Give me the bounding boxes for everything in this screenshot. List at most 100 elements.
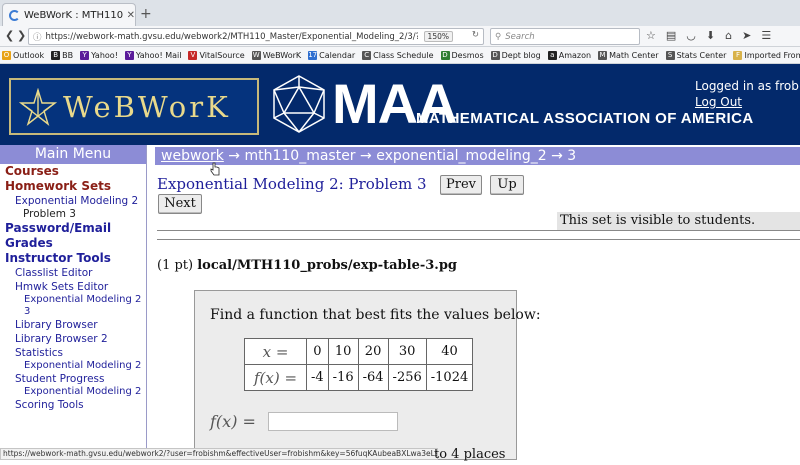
logout-link[interactable]: Log Out (695, 94, 800, 110)
fx-value: -1024 (425, 364, 474, 391)
bookmark-label: WeBWorK (262, 50, 302, 60)
menu-statistics[interactable]: Statistics (0, 346, 146, 360)
hand-cursor-icon (210, 162, 220, 176)
fx-header: f(x) = (244, 364, 307, 391)
menu-hmwk-sets-editor[interactable]: Hmwk Sets Editor (0, 280, 146, 294)
bookmark-star-icon[interactable]: ☆ (646, 29, 656, 42)
fx-value: -16 (327, 364, 359, 391)
bookmark-icon: Y (124, 50, 134, 60)
browser-window: WeBWorK : MTH110_Master ✕ + ❮ ❯ ⓘ https:… (0, 0, 800, 465)
new-tab-icon[interactable]: + (140, 6, 152, 22)
logged-in-text: Logged in as frobis (695, 79, 800, 93)
browser-tab[interactable]: WeBWorK : MTH110_Master ✕ (2, 3, 136, 26)
download-icon[interactable]: ⬇ (706, 29, 715, 42)
menu-progress-set[interactable]: Exponential Modeling 2 (0, 386, 146, 398)
status-bar-url: https://webwork-math.gvsu.edu/webwork2/?… (0, 448, 438, 460)
reload-icon[interactable]: ↻ (472, 30, 479, 40)
answer-label: f(x) = (210, 412, 256, 431)
menu-library-browser[interactable]: Library Browser (0, 318, 146, 332)
send-icon[interactable]: ➤ (742, 29, 751, 42)
prev-button[interactable]: Prev (440, 175, 482, 195)
bookmark-icon: W (251, 50, 261, 60)
bookmark-item[interactable]: FImported From IE (733, 50, 800, 60)
menu-student-progress[interactable]: Student Progress (0, 372, 146, 386)
bookmark-label: Math Center (609, 50, 659, 60)
bookmark-label: VitalSource (199, 50, 245, 60)
menu-scoring-tools[interactable]: Scoring Tools (0, 398, 146, 412)
bookmarks-bar: O Outlook B BB Y Yahoo! Y Yahoo! Mail V VitalSour… (0, 47, 800, 64)
pocket-icon[interactable]: ◡ (686, 29, 696, 42)
reading-list-icon[interactable]: ▤ (666, 29, 676, 42)
bookmark-icon: Y (80, 50, 90, 60)
maa-full-name: MATHEMATICAL ASSOCIATION OF AMERICA (416, 110, 754, 127)
points-label: (1 pt) (157, 258, 194, 273)
tab-strip: WeBWorK : MTH110_Master ✕ + (0, 0, 800, 26)
forward-icon[interactable]: ❯ (17, 29, 26, 42)
bookmark-label: Imported From IE (744, 50, 800, 60)
menu-homework-sets[interactable]: Homework Sets (0, 179, 146, 194)
bookmark-item[interactable]: 17 Calendar (308, 50, 356, 60)
bookmark-item[interactable]: B BB (51, 50, 74, 60)
bookmark-item[interactable]: a Amazon (547, 50, 591, 60)
breadcrumb: webwork → mth110_master → exponential_mo… (155, 147, 800, 165)
bookmark-icon: V (188, 50, 198, 60)
menu-set-exponential-modeling-2[interactable]: Exponential Modeling 2 (0, 194, 146, 208)
bookmark-item[interactable]: D Desmos (440, 50, 484, 60)
menu-instructor-tools[interactable]: Instructor Tools (0, 251, 146, 266)
menu-library-browser-2[interactable]: Library Browser 2 (0, 332, 146, 346)
page-title: Exponential Modeling 2: Problem 3 (157, 175, 427, 193)
fx-value: -64 (357, 364, 389, 391)
fx-value: -4 (306, 364, 329, 391)
menu-editor-set[interactable]: Exponential Modeling 2 (0, 294, 146, 306)
menu-icon[interactable]: ☰ (761, 29, 771, 42)
bookmark-item[interactable]: C Class Schedule (362, 50, 434, 60)
navigation-bar: ❮ ❯ ⓘ https://webwork-math.gvsu.edu/webw… (0, 26, 800, 47)
values-table: x = 0 10 20 30 40 f(x) = -4 -16 -64 -256… (244, 338, 474, 391)
menu-classlist-editor[interactable]: Classlist Editor (0, 266, 146, 280)
problem-prompt: Find a function that best fits the value… (210, 307, 541, 323)
next-button[interactable]: Next (158, 194, 202, 214)
bookmark-item[interactable]: Y Yahoo! (80, 50, 118, 60)
bookmark-item[interactable]: W WeBWorK (251, 50, 302, 60)
x-value: 40 (425, 338, 474, 365)
bookmark-icon: B (51, 50, 61, 60)
menu-editor-problem[interactable]: 3 (0, 306, 146, 318)
home-icon[interactable]: ⌂ (725, 29, 732, 42)
back-icon[interactable]: ❮ (5, 29, 14, 42)
main-menu-title: Main Menu (0, 145, 146, 164)
webwork-logo[interactable]: WeBWorK (9, 78, 259, 135)
login-info: Logged in as frobis Log Out (695, 78, 800, 110)
bookmark-item[interactable]: O Outlook (2, 50, 44, 60)
bookmark-label: Calendar (319, 50, 356, 60)
close-tab-icon[interactable]: ✕ (127, 10, 135, 21)
answer-input[interactable] (268, 412, 398, 431)
tab-title: WeBWorK : MTH110_Master (24, 9, 123, 21)
bookmark-icon: 17 (308, 50, 318, 60)
bookmark-icon: S (665, 50, 675, 60)
bookmark-item[interactable]: V VitalSource (188, 50, 245, 60)
bookmark-label: BB (62, 50, 74, 60)
menu-statistics-set[interactable]: Exponential Modeling 2 (0, 360, 146, 372)
bookmark-item[interactable]: Y Yahoo! Mail (124, 50, 181, 60)
up-button[interactable]: Up (490, 175, 524, 195)
toolbar-icons: ☆ ▤ ◡ ⬇ ⌂ ➤ ☰ (646, 29, 771, 42)
info-icon: ⓘ (33, 32, 42, 43)
x-header: x = (244, 338, 307, 365)
bookmark-item[interactable]: S Stats Center (665, 50, 727, 60)
zoom-level[interactable]: 150% (423, 31, 453, 42)
address-bar[interactable]: ⓘ https://webwork-math.gvsu.edu/webwork2… (28, 28, 484, 45)
x-value: 30 (387, 338, 427, 365)
menu-password-email[interactable]: Password/Email (0, 221, 146, 236)
bookmark-item[interactable]: M Math Center (598, 50, 659, 60)
x-value: 10 (327, 338, 359, 365)
bookmark-item[interactable]: D Dept blog (490, 50, 541, 60)
bookmark-label: Class Schedule (373, 50, 434, 60)
search-input[interactable]: ⚲ Search (490, 28, 640, 45)
table-row: x = 0 10 20 30 40 (244, 338, 474, 365)
main-menu: Main Menu Courses Homework Sets Exponent… (0, 145, 147, 450)
problem-source-line: (1 pt) local/MTH110_probs/exp-table-3.pg (157, 258, 457, 273)
bookmark-icon: D (490, 50, 500, 60)
menu-courses[interactable]: Courses (0, 164, 146, 179)
bookmark-label: Stats Center (676, 50, 727, 60)
menu-grades[interactable]: Grades (0, 236, 146, 251)
